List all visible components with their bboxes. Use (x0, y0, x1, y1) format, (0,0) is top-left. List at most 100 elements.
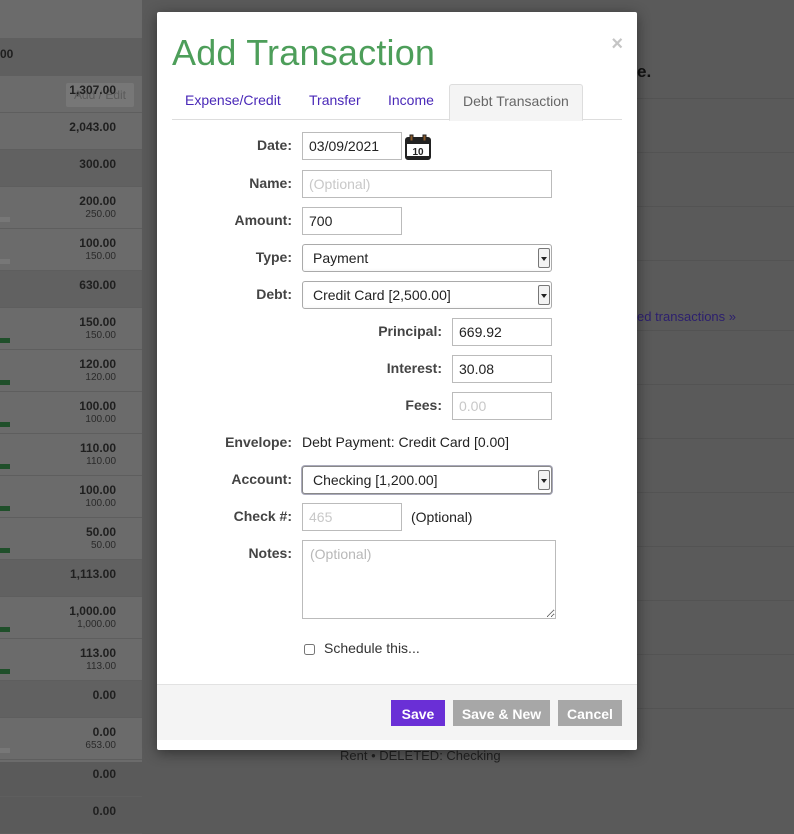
envelope-row[interactable]: 113.00 113.00 (0, 639, 142, 681)
envelope-amount: 0.00 (92, 725, 116, 739)
transaction-row-text: Rent • DELETED: Checking (340, 748, 501, 763)
type-select-value: Payment (313, 250, 369, 266)
type-select[interactable]: Payment (302, 244, 552, 272)
envelope-amount: 113.00 (79, 646, 116, 660)
envelope-progress-bar (0, 627, 10, 632)
envelope-amount: 50.00 (85, 525, 116, 539)
envelope-amount: 150.00 (79, 315, 116, 329)
envelope-value: Debt Payment: Credit Card [0.00] (302, 434, 509, 450)
envelope-amount: 1,000.00 (69, 604, 116, 618)
type-label: Type: (255, 249, 292, 265)
envelope-amount: 0.00 (92, 804, 116, 818)
date-field[interactable] (302, 132, 402, 160)
envelope-amount: 100.00 (79, 399, 116, 413)
envelope-budget: 100.00 (85, 414, 116, 425)
amount-field[interactable] (302, 207, 402, 235)
envelope-budget: 1,000.00 (77, 619, 116, 630)
sidebar-header-amount: 00 (0, 47, 14, 61)
date-label: Date: (256, 137, 292, 153)
envelope-progress-bar (0, 380, 10, 385)
envelope-progress-bar (0, 669, 10, 674)
chevron-down-icon (538, 285, 550, 305)
modal-title: Add Transaction (172, 32, 436, 73)
close-icon[interactable]: × (611, 34, 623, 54)
debt-label: Debt: (256, 286, 292, 302)
envelope-row[interactable]: 2,043.00 (0, 113, 142, 150)
account-label: Account: (231, 471, 292, 487)
envelope-budget: 150.00 (85, 251, 116, 262)
right-panel (637, 0, 794, 762)
chevron-down-icon (538, 470, 550, 490)
check-optional-hint: (Optional) (411, 509, 473, 525)
envelope-row[interactable]: 0.00 (0, 760, 142, 797)
envelope-row[interactable]: 1,307.00 (0, 76, 142, 113)
transaction-type-tabs: Expense/Credit Transfer Income Debt Tran… (172, 84, 622, 121)
save-button[interactable]: Save (391, 700, 445, 726)
account-select-value: Checking [1,200.00] (313, 472, 438, 488)
envelope-row[interactable]: 200.00 250.00 (0, 187, 142, 229)
notes-field[interactable] (302, 540, 556, 619)
amount-label: Amount: (234, 212, 292, 228)
envelope-row[interactable]: 50.00 50.00 (0, 518, 142, 560)
account-select[interactable]: Checking [1,200.00] (302, 466, 552, 494)
sidebar-header: 00 Add / Edit (0, 38, 142, 107)
envelope-budget: 113.00 (86, 661, 116, 672)
interest-field[interactable] (452, 355, 552, 383)
modal-footer: Save Save & New Cancel (157, 684, 637, 740)
envelope-budget: 100.00 (85, 498, 116, 509)
fees-field[interactable] (452, 392, 552, 420)
tab-income[interactable]: Income (375, 84, 447, 120)
envelope-row[interactable]: 100.00 150.00 (0, 229, 142, 271)
envelope-group-row[interactable]: 1,113.00 (0, 560, 142, 597)
envelope-progress-bar (0, 217, 10, 222)
check-number-label: Check #: (233, 508, 292, 524)
envelope-amount: 120.00 (79, 357, 116, 371)
right-heading: e. (637, 62, 652, 81)
principal-label: Principal: (378, 323, 442, 339)
debt-select[interactable]: Credit Card [2,500.00] (302, 281, 552, 309)
tab-transfer[interactable]: Transfer (296, 84, 374, 120)
envelope-progress-bar (0, 259, 10, 264)
name-label: Name: (249, 175, 292, 191)
envelope-group-row[interactable]: 630.00 (0, 271, 142, 308)
envelope-progress-bar (0, 506, 10, 511)
envelope-budget: 150.00 (85, 330, 116, 341)
envelope-progress-bar (0, 422, 10, 427)
envelope-amount: 100.00 (79, 483, 116, 497)
envelope-row[interactable]: 0.00 (0, 797, 142, 834)
envelope-row[interactable]: 110.00 110.00 (0, 434, 142, 476)
debt-select-value: Credit Card [2,500.00] (313, 287, 451, 303)
envelope-row[interactable]: 100.00 100.00 (0, 476, 142, 518)
envelope-progress-bar (0, 338, 10, 343)
envelope-amount: 200.00 (79, 194, 116, 208)
envelope-budget: 250.00 (85, 209, 116, 220)
view-transactions-link[interactable]: ed transactions » (637, 309, 736, 324)
envelope-progress-bar (0, 748, 10, 753)
calendar-icon[interactable]: 10 (405, 134, 431, 160)
envelope-budget: 50.00 (90, 540, 116, 551)
name-field[interactable] (302, 170, 552, 198)
envelope-amount: 1,113.00 (69, 567, 116, 581)
envelope-row[interactable]: 120.00 120.00 (0, 350, 142, 392)
envelope-row[interactable]: 0.00 653.00 (0, 718, 142, 760)
envelope-group-row[interactable]: 0.00 (0, 681, 142, 718)
envelope-row[interactable]: 100.00 100.00 (0, 392, 142, 434)
envelope-amount: 1,307.00 (69, 83, 116, 97)
envelope-group-row[interactable]: 300.00 (0, 150, 142, 187)
check-number-field[interactable] (302, 503, 402, 531)
envelope-amount: 0.00 (92, 688, 116, 702)
cancel-button[interactable]: Cancel (558, 700, 622, 726)
envelope-row[interactable]: 150.00 150.00 (0, 308, 142, 350)
principal-field[interactable] (452, 318, 552, 346)
envelope-amount: 110.00 (79, 441, 116, 455)
chevron-down-icon (538, 248, 550, 268)
envelope-budget: 110.00 (86, 456, 116, 467)
schedule-checkbox[interactable] (304, 644, 315, 655)
tab-expense-credit[interactable]: Expense/Credit (172, 84, 294, 120)
tab-debt-transaction[interactable]: Debt Transaction (449, 84, 583, 121)
notes-label: Notes: (248, 545, 292, 561)
envelope-row[interactable]: 1,000.00 1,000.00 (0, 597, 142, 639)
save-and-new-button[interactable]: Save & New (453, 700, 550, 726)
envelope-budget: 653.00 (85, 740, 116, 751)
schedule-label[interactable]: Schedule this... (324, 640, 420, 656)
